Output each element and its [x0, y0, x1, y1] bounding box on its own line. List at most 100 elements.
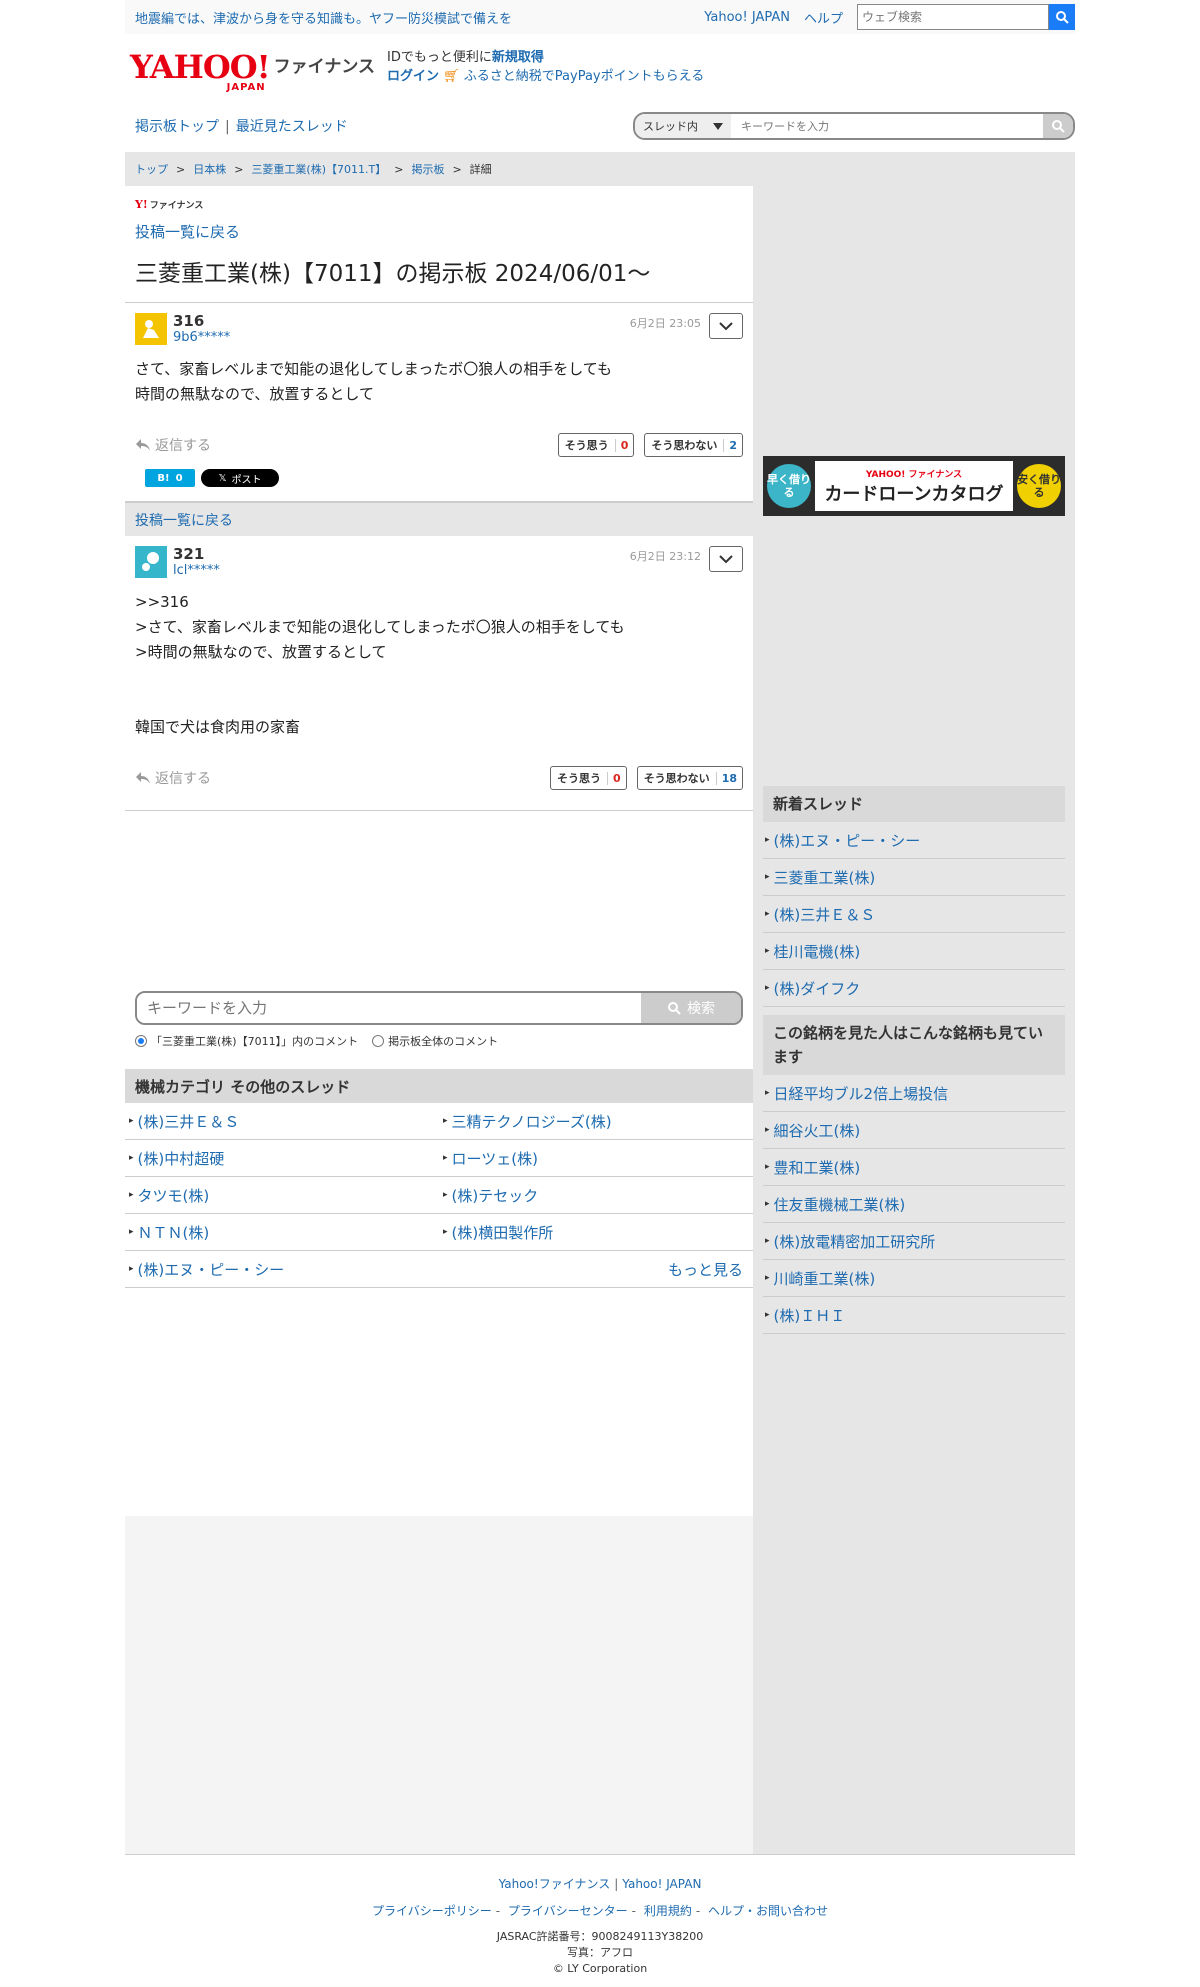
help-link[interactable]: ヘルプ	[804, 8, 843, 27]
new-thread-link[interactable]: (株)エヌ・ピー・シー	[774, 830, 921, 851]
footer-finance-link[interactable]: Yahoo!ファイナンス	[499, 1877, 611, 1891]
post-menu-button[interactable]	[709, 546, 743, 572]
new-thread-item[interactable]: ▸ (株)三井Ｅ＆Ｓ	[763, 896, 1065, 933]
terms-link[interactable]: 利用規約	[644, 1904, 692, 1918]
board-search-input[interactable]	[731, 114, 1043, 138]
new-thread-item[interactable]: ▸ (株)エヌ・ピー・シー	[763, 822, 1065, 859]
yahoo-finance-logo[interactable]: YAHOO! JAPAN ファイナンス	[130, 51, 375, 93]
category-thread-link[interactable]: (株)テセック	[452, 1185, 539, 1206]
new-thread-link[interactable]: 三菱重工業(株)	[774, 867, 876, 888]
related-stock-item[interactable]: ▸ 細谷火工(株)	[763, 1112, 1065, 1149]
related-stock-link[interactable]: (株)ＩＨＩ	[774, 1305, 846, 1326]
content-columns: Y! ファイナンス 投稿一覧に戻る 三菱重工業(株)【7011】の掲示板 2024…	[125, 186, 1075, 1854]
keyword-search-button[interactable]: 検索	[641, 993, 741, 1023]
breadcrumb-top[interactable]: トップ	[135, 161, 168, 177]
post-user-id[interactable]: 9b6*****	[173, 330, 230, 345]
arrow-icon: ▸	[129, 1190, 134, 1200]
disaster-promo-link[interactable]: 地震編では、津波から身を守る知識も。ヤフー防災模試で備えを	[135, 8, 512, 27]
login-link[interactable]: ログイン	[387, 69, 439, 84]
furusato-link[interactable]: ふるさと納税でPayPayポイントもらえる	[464, 69, 704, 84]
hatena-bookmark-button[interactable]: B! 0	[145, 469, 195, 487]
board-top-link[interactable]: 掲示板トップ	[135, 119, 219, 135]
arrow-icon: ▸	[443, 1116, 448, 1126]
breadcrumb-stock[interactable]: 三菱重工業(株)【7011.T】	[251, 161, 386, 177]
related-stock-link[interactable]: 豊和工業(株)	[774, 1157, 861, 1178]
category-thread-item[interactable]: ▸ ローツェ(株)	[439, 1140, 753, 1177]
more-threads-link[interactable]: もっと見る	[668, 1259, 743, 1280]
arrow-icon: ▸	[765, 1310, 770, 1320]
card-loan-banner[interactable]: 早く借りる YAHOO! ファイナンス カードローンカタログ 安く借りる	[763, 456, 1065, 516]
main-column: Y! ファイナンス 投稿一覧に戻る 三菱重工業(株)【7011】の掲示板 2024…	[125, 186, 753, 1854]
agree-button[interactable]: そう思う 0	[550, 766, 627, 790]
search-icon	[1052, 120, 1065, 133]
category-thread-link[interactable]: (株)横田製作所	[452, 1222, 554, 1243]
web-search-button[interactable]	[1049, 4, 1075, 30]
category-thread-link[interactable]: (株)三井Ｅ＆Ｓ	[138, 1111, 240, 1132]
related-stock-item[interactable]: ▸ 豊和工業(株)	[763, 1149, 1065, 1186]
new-thread-link[interactable]: 桂川電機(株)	[774, 941, 861, 962]
keyword-search-input[interactable]	[137, 993, 641, 1023]
related-stock-link[interactable]: 細谷火工(株)	[774, 1120, 861, 1141]
back-to-list-link[interactable]: 投稿一覧に戻る	[135, 221, 240, 242]
category-thread-link[interactable]: ＮＴＮ(株)	[138, 1222, 210, 1243]
agree-button[interactable]: そう思う 0	[557, 433, 635, 457]
new-thread-item[interactable]: ▸ 桂川電機(株)	[763, 933, 1065, 970]
category-thread-link[interactable]: (株)中村超硬	[138, 1148, 225, 1169]
related-stock-item[interactable]: ▸ (株)ＩＨＩ	[763, 1297, 1065, 1334]
breadcrumb-japan-stocks[interactable]: 日本株	[193, 161, 226, 177]
reply-button[interactable]: 返信する	[135, 435, 211, 455]
category-thread-item[interactable]: ▸ 三精テクノロジーズ(株)	[439, 1103, 753, 1140]
help-contact-link[interactable]: ヘルプ・お問い合わせ	[708, 1904, 828, 1918]
jasrac-number: JASRAC許諾番号：9008249113Y38200	[496, 1930, 704, 1943]
reply-button[interactable]: 返信する	[135, 768, 211, 788]
related-stock-link[interactable]: 住友重機械工業(株)	[774, 1194, 906, 1215]
category-thread-link[interactable]: ローツェ(株)	[452, 1148, 538, 1169]
signup-link[interactable]: 新規取得	[492, 50, 544, 65]
avatar[interactable]	[135, 546, 167, 578]
radio-this-stock[interactable]: 「三菱重工業(株)【7011】」内のコメント	[135, 1033, 358, 1049]
category-thread-item[interactable]: ▸ (株)三井Ｅ＆Ｓ	[125, 1103, 439, 1140]
new-thread-item[interactable]: ▸ (株)ダイフク	[763, 970, 1065, 1007]
radio-all-boards[interactable]: 掲示板全体のコメント	[372, 1033, 498, 1049]
category-threads-grid: ▸ (株)三井Ｅ＆Ｓ ▸ 三精テクノロジーズ(株) ▸ (株)中村超硬 ▸ ローツェ(株…	[125, 1103, 753, 1288]
search-icon	[1056, 11, 1069, 24]
privacy-policy-link[interactable]: プライバシーポリシー	[372, 1904, 492, 1918]
related-stock-item[interactable]: ▸ (株)放電精密加工研究所	[763, 1223, 1065, 1260]
related-stock-item[interactable]: ▸ 川崎重工業(株)	[763, 1260, 1065, 1297]
category-thread-link[interactable]: タツモ(株)	[138, 1185, 210, 1206]
category-thread-item[interactable]: ▸ (株)中村超硬	[125, 1140, 439, 1177]
post-user-id[interactable]: lcl*****	[173, 563, 220, 578]
recent-threads-link[interactable]: 最近見たスレッド	[236, 119, 348, 135]
breadcrumb-board[interactable]: 掲示板	[411, 161, 444, 177]
board-search-button[interactable]	[1043, 114, 1073, 138]
category-thread-item[interactable]: ▸ タツモ(株)	[125, 1177, 439, 1214]
yahoo-japan-link[interactable]: Yahoo! JAPAN	[704, 10, 790, 25]
category-thread-link[interactable]: (株)エヌ・ピー・シー	[138, 1259, 285, 1280]
footer-yahoo-japan-link[interactable]: Yahoo! JAPAN	[622, 1877, 701, 1891]
privacy-center-link[interactable]: プライバシーセンター	[508, 1904, 628, 1918]
post-menu-button[interactable]	[709, 313, 743, 339]
related-stock-link[interactable]: 日経平均ブル2倍上場投信	[774, 1083, 949, 1104]
new-thread-link[interactable]: (株)三井Ｅ＆Ｓ	[774, 904, 876, 925]
web-search-input[interactable]	[857, 4, 1049, 30]
new-thread-link[interactable]: (株)ダイフク	[774, 978, 861, 999]
post-body: >>316 >さて、家畜レベルまで知能の退化してしまったボ〇狼人の相手をしても …	[135, 593, 625, 736]
category-thread-item[interactable]: ▸ (株)テセック	[439, 1177, 753, 1214]
x-post-button[interactable]: 𝕏 ポスト	[201, 469, 279, 487]
back-to-list-link-2[interactable]: 投稿一覧に戻る	[135, 510, 233, 530]
disagree-button[interactable]: そう思わない 2	[644, 433, 743, 457]
related-stock-item[interactable]: ▸ 日経平均ブル2倍上場投信	[763, 1075, 1065, 1112]
category-thread-item[interactable]: ▸ (株)エヌ・ピー・シー	[125, 1251, 439, 1288]
category-thread-item[interactable]: ▸ ＮＴＮ(株)	[125, 1214, 439, 1251]
related-stock-link[interactable]: 川崎重工業(株)	[774, 1268, 876, 1289]
category-thread-link[interactable]: 三精テクノロジーズ(株)	[452, 1111, 612, 1132]
related-stock-item[interactable]: ▸ 住友重機械工業(株)	[763, 1186, 1065, 1223]
new-thread-item[interactable]: ▸ 三菱重工業(株)	[763, 859, 1065, 896]
category-thread-item[interactable]: ▸ (株)横田製作所	[439, 1214, 753, 1251]
avatar[interactable]	[135, 313, 167, 345]
disagree-button[interactable]: そう思わない 18	[636, 766, 743, 790]
agree-label: そう思う	[564, 439, 609, 452]
reply-label: 返信する	[155, 771, 211, 787]
related-stock-link[interactable]: (株)放電精密加工研究所	[774, 1231, 936, 1252]
search-scope-select[interactable]: スレッド内	[635, 114, 731, 138]
